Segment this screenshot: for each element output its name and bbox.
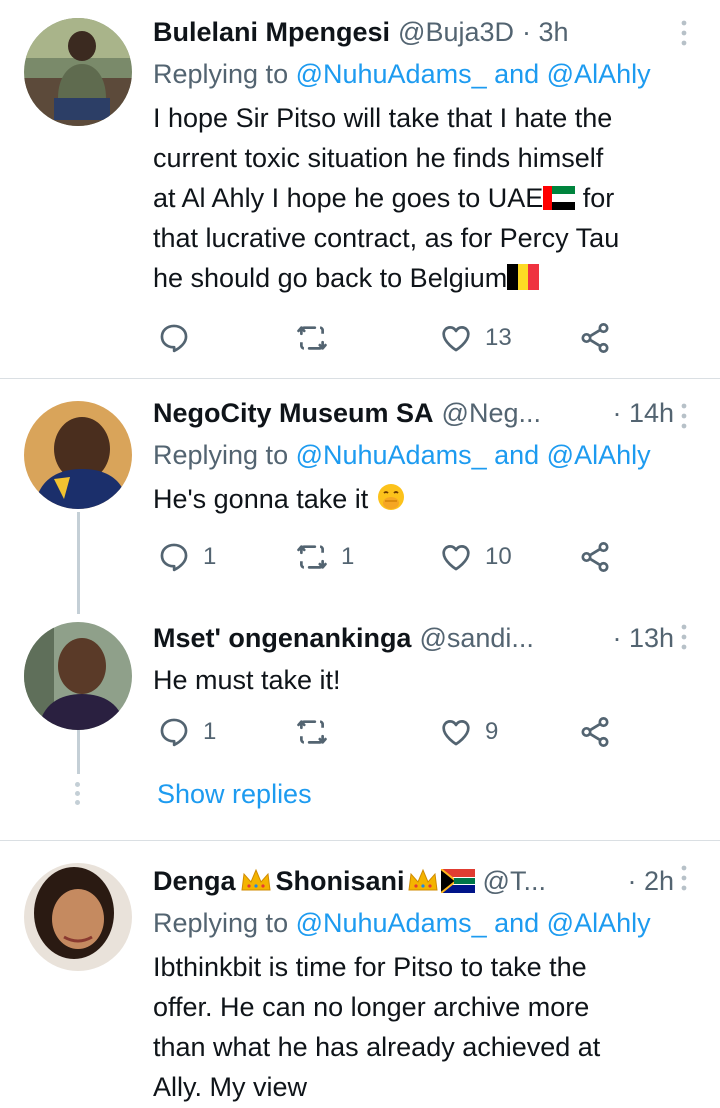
more-icon[interactable] <box>678 622 690 652</box>
retweet-icon <box>295 321 329 355</box>
share-button[interactable] <box>578 539 612 575</box>
timestamp[interactable]: · 14h <box>612 395 674 431</box>
author-handle[interactable]: @sandi... <box>419 620 533 656</box>
share-button[interactable] <box>578 714 612 750</box>
author-name[interactable]: Denga Shonisani <box>153 863 475 899</box>
retweet-button[interactable] <box>295 714 329 750</box>
author-name[interactable]: Bulelani Mpengesi <box>153 14 390 50</box>
show-replies-link[interactable]: Show replies <box>157 776 312 812</box>
more-icon[interactable] <box>678 401 690 431</box>
avatar[interactable] <box>24 18 132 126</box>
like-icon <box>439 715 473 749</box>
replying-to: Replying to @NuhuAdams_ and @AlAhly <box>153 59 651 89</box>
mention-link[interactable]: @NuhuAdams_ <box>296 59 487 89</box>
avatar[interactable] <box>24 622 132 730</box>
mention-link[interactable]: @NuhuAdams_ <box>296 440 487 470</box>
retweet-button[interactable] <box>295 320 329 356</box>
retweet-button[interactable]: 1 <box>295 539 354 575</box>
author-handle[interactable]: @T... <box>483 863 546 899</box>
reply-button[interactable] <box>157 320 191 356</box>
share-button[interactable] <box>578 320 612 356</box>
like-count: 13 <box>485 324 512 351</box>
share-icon <box>578 540 612 574</box>
mention-link[interactable]: @AlAhly <box>547 908 651 938</box>
belgium-flag-icon <box>507 264 540 290</box>
tweet-4[interactable]: Denga Shonisani @T... · 2h Replying to @N… <box>0 841 720 1108</box>
timestamp[interactable]: · 2h <box>627 863 674 899</box>
tweet-text: I hope Sir Pitso will take that I hate t… <box>153 103 620 293</box>
avatar[interactable] <box>24 863 132 971</box>
author-name[interactable]: Mset' ongenankinga <box>153 620 411 656</box>
author-handle[interactable]: @Buja3D <box>398 14 514 50</box>
tweet-text: He's gonna take it <box>153 479 690 519</box>
more-icon[interactable] <box>678 18 690 48</box>
replying-to: Replying to @NuhuAdams_ and @AlAhly <box>153 440 651 470</box>
tweet-text: Ibthinkbit is time for Pitso to take the… <box>153 952 601 1102</box>
like-button[interactable]: 9 <box>439 714 498 750</box>
timestamp[interactable]: · 3h <box>522 14 569 50</box>
avatar[interactable] <box>24 401 132 509</box>
south-africa-flag-icon <box>440 869 475 893</box>
thread-dots <box>74 782 82 809</box>
tweet-text: He must take it! <box>153 665 341 695</box>
reply-count: 1 <box>203 543 217 570</box>
retweet-count: 1 <box>341 543 355 570</box>
retweet-icon <box>295 715 329 749</box>
tweet-3[interactable]: Mset' ongenankinga @sandi... · 13h He mu… <box>0 610 720 840</box>
more-icon[interactable] <box>678 863 690 893</box>
face-with-hand-over-mouth-icon <box>377 484 404 510</box>
like-count: 9 <box>485 718 499 745</box>
mention-link[interactable]: @AlAhly <box>547 59 651 89</box>
crown-icon <box>407 868 439 894</box>
mention-link[interactable]: @NuhuAdams_ <box>296 908 487 938</box>
replying-to: Replying to @NuhuAdams_ and @AlAhly <box>153 908 651 938</box>
crown-icon <box>240 868 272 894</box>
retweet-icon <box>295 540 329 574</box>
like-button[interactable]: 13 <box>439 320 512 356</box>
reply-button[interactable]: 1 <box>157 539 216 575</box>
share-icon <box>578 321 612 355</box>
reply-icon <box>157 715 191 749</box>
author-name[interactable]: NegoCity Museum SA <box>153 395 434 431</box>
uae-flag-icon <box>543 186 576 210</box>
like-icon <box>439 321 473 355</box>
tweet-1[interactable]: Bulelani Mpengesi @Buja3D · 3h Replying … <box>0 0 720 378</box>
reply-button[interactable]: 1 <box>157 714 216 750</box>
thread-line <box>77 512 80 614</box>
reply-icon <box>157 540 191 574</box>
like-count: 10 <box>485 543 512 570</box>
like-button[interactable]: 10 <box>439 539 512 575</box>
thread-line <box>77 730 80 774</box>
reply-icon <box>157 321 191 355</box>
timestamp[interactable]: · 13h <box>612 620 674 656</box>
reply-count: 1 <box>203 718 217 745</box>
tweet-2[interactable]: NegoCity Museum SA @Neg... · 14h Replyin… <box>0 379 720 611</box>
like-icon <box>439 540 473 574</box>
share-icon <box>578 715 612 749</box>
mention-link[interactable]: @AlAhly <box>547 440 651 470</box>
author-handle[interactable]: @Neg... <box>442 395 541 431</box>
